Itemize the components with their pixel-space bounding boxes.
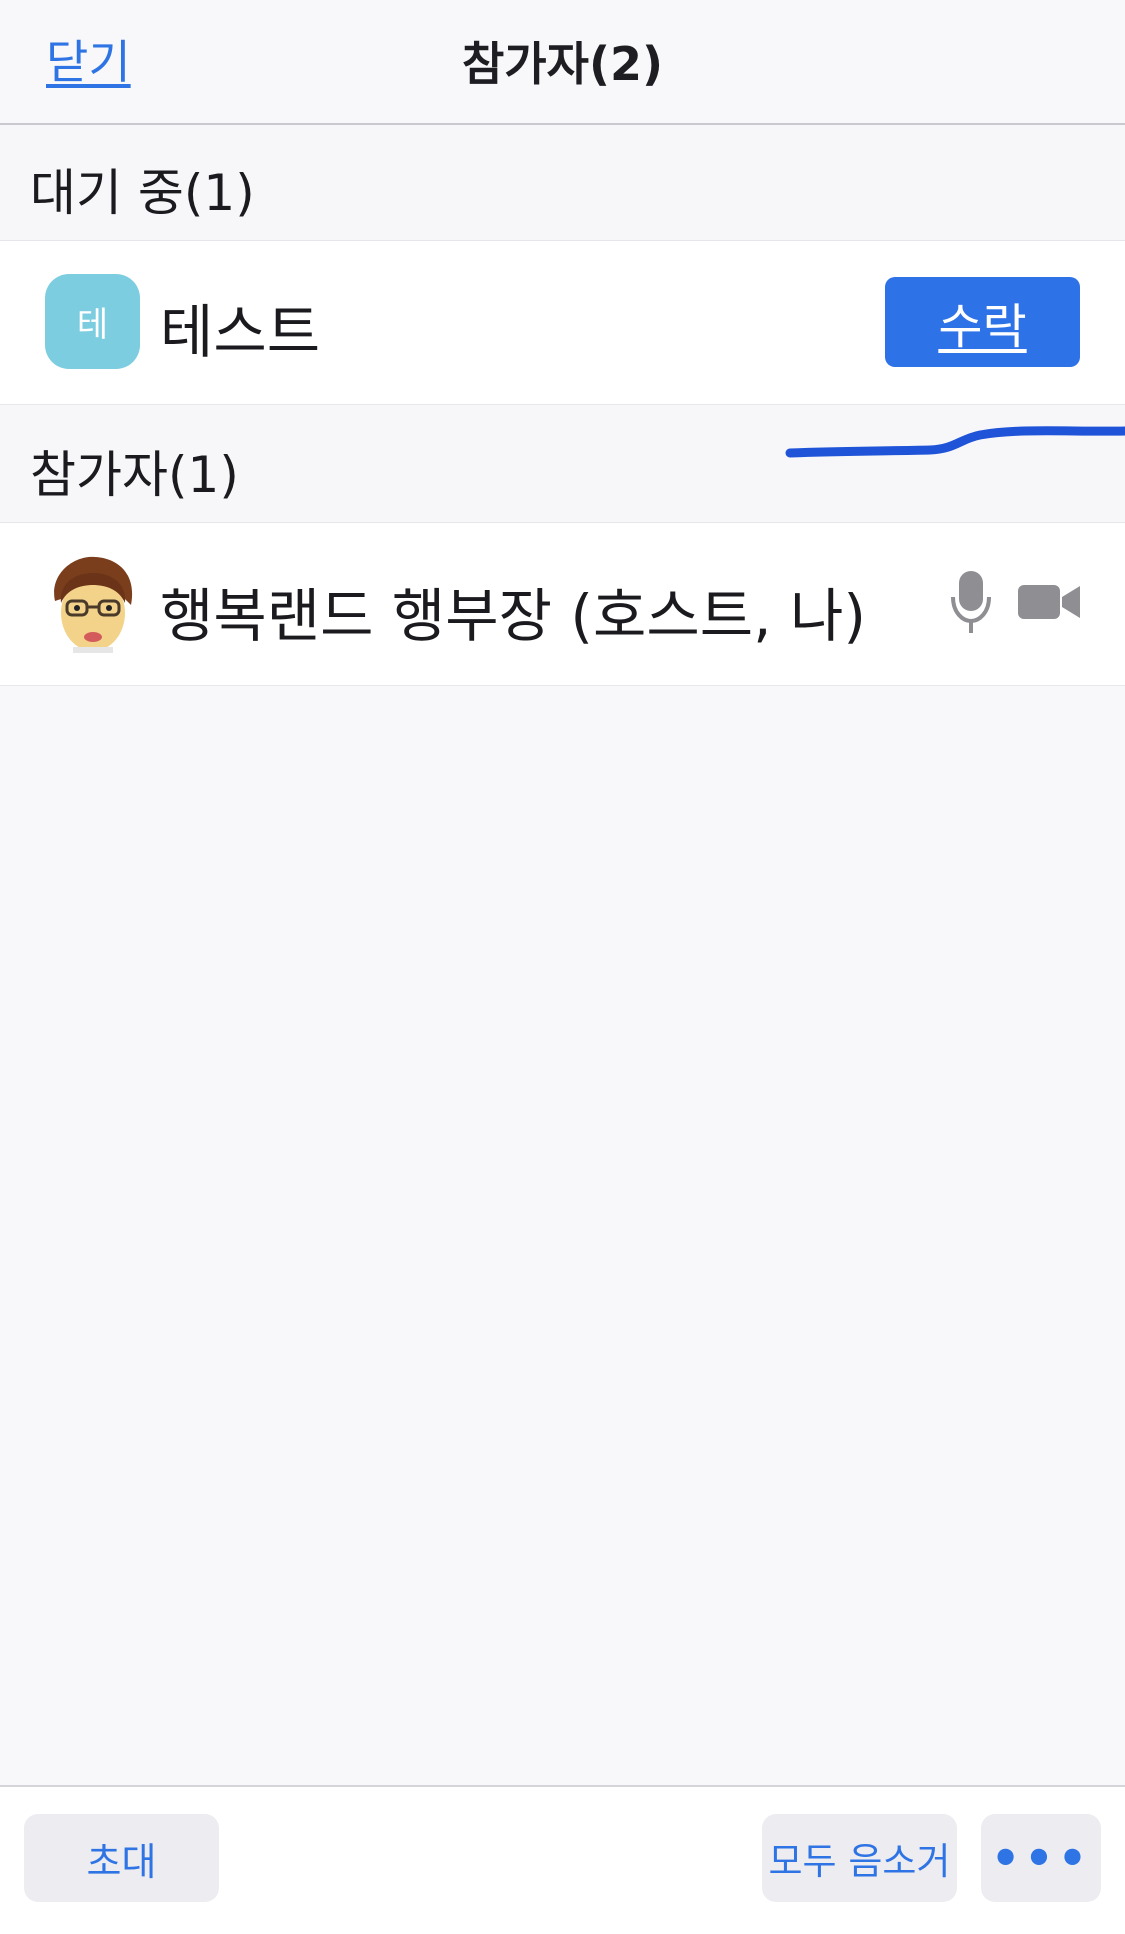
bottom-toolbar: 초대 모두 음소거 ••• (0, 1785, 1125, 1934)
participant-row-host[interactable]: 행복랜드 행부장 (호스트, 나) (0, 523, 1125, 686)
participants-screen: 닫기 참가자(2) 대기 중(1) 테 테스트 수락 참가자(1) 행복랜드 행… (0, 0, 1125, 1934)
participant-name: 테스트 (160, 298, 321, 366)
mute-all-button[interactable]: 모두 음소거 (762, 1814, 957, 1902)
waiting-section-title: 대기 중(1) (30, 164, 255, 222)
avatar: 테 (45, 274, 140, 369)
participant-name: 행복랜드 행부장 (호스트, 나) (160, 582, 866, 650)
admit-button[interactable]: 수락 (885, 277, 1080, 367)
participants-section-title: 참가자(1) (30, 446, 239, 504)
video-camera-icon[interactable] (1018, 583, 1080, 621)
waiting-participant-row[interactable]: 테 테스트 수락 (0, 241, 1125, 405)
invite-button[interactable]: 초대 (24, 1814, 219, 1902)
header-bar: 닫기 참가자(2) (0, 0, 1125, 125)
more-button[interactable]: ••• (981, 1814, 1101, 1902)
microphone-icon[interactable] (950, 569, 992, 635)
avatar (45, 553, 140, 653)
annotation-scribble (785, 426, 1125, 458)
page-title: 참가자(2) (461, 37, 663, 91)
waiting-section-header: 대기 중(1) (0, 125, 1125, 241)
